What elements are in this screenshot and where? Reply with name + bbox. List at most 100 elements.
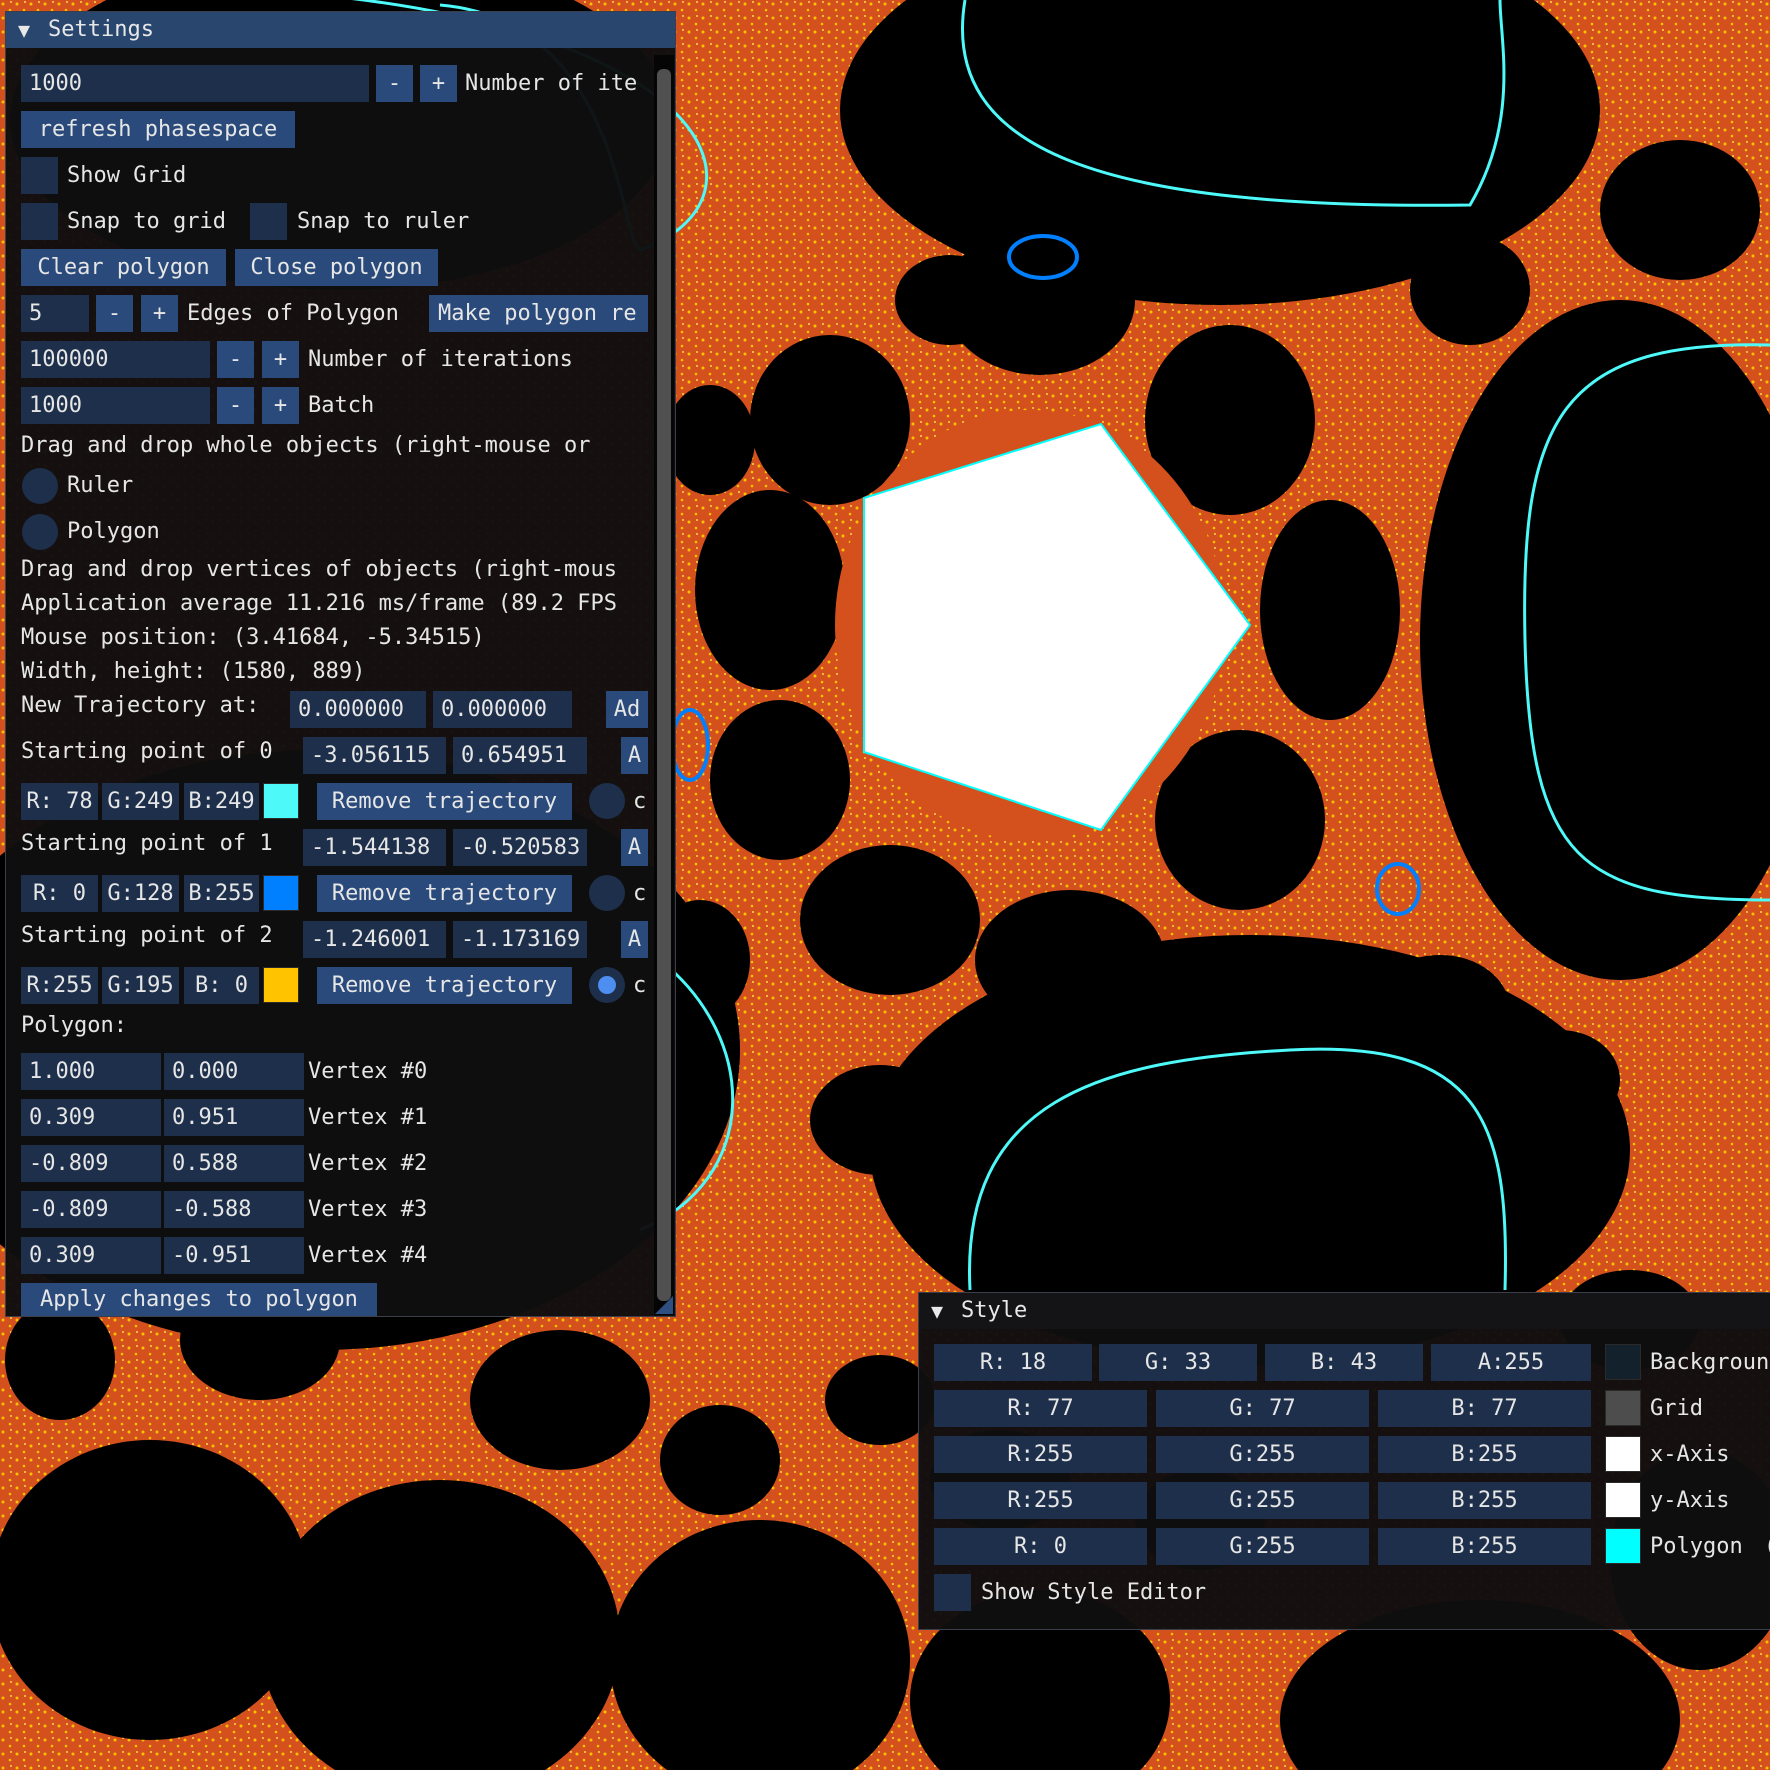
grid-r-input[interactable]: R: 77 [934, 1390, 1147, 1427]
style-window[interactable]: ▼ Style R: 18 G: 33 B: 43 A:255 Backgrou… [918, 1292, 1770, 1630]
background-label: Backgroun [1650, 1350, 1770, 1375]
trajectory-1-color-swatch[interactable] [263, 875, 299, 911]
y-axis-b-input[interactable]: B:255 [1378, 1482, 1591, 1519]
settings-window[interactable]: ▼ Settings 1000 - + Number of ite refres… [5, 11, 676, 1317]
polygon-g-input[interactable]: G:255 [1156, 1528, 1369, 1565]
make-polygon-regular-button[interactable]: Make polygon re [429, 295, 648, 332]
y-axis-g-input[interactable]: G:255 [1156, 1482, 1369, 1519]
grid-b-input[interactable]: B: 77 [1378, 1390, 1591, 1427]
trajectory-1-a-button[interactable]: A [621, 829, 648, 866]
trajectory-2-radio[interactable] [589, 967, 625, 1003]
snap-grid-checkbox[interactable] [21, 203, 58, 240]
new-trajectory-y-input[interactable]: 0.000000 [433, 691, 572, 728]
ruler-radio[interactable] [22, 468, 58, 504]
iterations-top-plus-button[interactable]: + [420, 65, 457, 102]
background-color-swatch[interactable] [1605, 1344, 1641, 1380]
collapse-arrow-icon[interactable]: ▼ [931, 1293, 943, 1329]
iterations-minus-button[interactable]: - [217, 341, 254, 378]
x-axis-color-swatch[interactable] [1605, 1436, 1641, 1472]
trajectory-1-remove-button[interactable]: Remove trajectory [317, 875, 572, 912]
settings-scrollbar[interactable] [654, 55, 674, 1315]
clear-polygon-button[interactable]: Clear polygon [21, 249, 226, 286]
trajectory-0-r-input[interactable]: R: 78 [21, 783, 98, 820]
polygon-b-input[interactable]: B:255 [1378, 1528, 1591, 1565]
trajectory-2-a-button[interactable]: A [621, 921, 648, 958]
trajectory-2-remove-button[interactable]: Remove trajectory [317, 967, 572, 1004]
edges-minus-button[interactable]: - [96, 295, 133, 332]
vertex-0-y-input[interactable]: 0.000 [164, 1053, 304, 1090]
trajectory-0-radio[interactable] [589, 783, 625, 819]
new-trajectory-x-input[interactable]: 0.000000 [290, 691, 426, 728]
edges-input[interactable]: 5 [21, 295, 89, 332]
trajectory-0-color-swatch[interactable] [263, 783, 299, 819]
iterations-top-minus-button[interactable]: - [376, 65, 413, 102]
trajectory-0-remove-button[interactable]: Remove trajectory [317, 783, 572, 820]
vertex-4-x-input[interactable]: 0.309 [21, 1237, 161, 1274]
trajectory-2-b-input[interactable]: B: 0 [184, 967, 259, 1004]
trajectory-0-b-input[interactable]: B:249 [184, 783, 259, 820]
vertex-0-label: Vertex #0 [308, 1059, 428, 1084]
grid-g-input[interactable]: G: 77 [1156, 1390, 1369, 1427]
batch-input[interactable]: 1000 [21, 387, 210, 424]
settings-title-bar[interactable]: ▼ Settings [6, 12, 675, 48]
trajectory-1-r-input[interactable]: R: 0 [21, 875, 98, 912]
settings-scrollbar-thumb[interactable] [657, 69, 671, 1301]
grid-color-swatch[interactable] [1605, 1390, 1641, 1426]
style-title-bar[interactable]: ▼ Style [919, 1293, 1770, 1329]
vertex-2-x-input[interactable]: -0.809 [21, 1145, 161, 1182]
snap-grid-label: Snap to grid [67, 209, 226, 234]
background-b-input[interactable]: B: 43 [1265, 1344, 1423, 1381]
trajectory-1-x-input[interactable]: -1.544138 [303, 829, 446, 866]
trajectory-2-g-input[interactable]: G:195 [102, 967, 179, 1004]
iterations-label: Number of iterations [308, 347, 573, 372]
vertex-0-x-input[interactable]: 1.000 [21, 1053, 161, 1090]
trajectory-2-color-swatch[interactable] [263, 967, 299, 1003]
vertex-1-x-input[interactable]: 0.309 [21, 1099, 161, 1136]
polygon-r-input[interactable]: R: 0 [934, 1528, 1147, 1565]
edges-plus-button[interactable]: + [141, 295, 178, 332]
refresh-phasespace-button[interactable]: refresh phasespace [21, 111, 295, 148]
trajectory-2-x-input[interactable]: -1.246001 [303, 921, 446, 958]
snap-ruler-checkbox[interactable] [250, 203, 287, 240]
trajectory-0-a-button[interactable]: A [621, 737, 648, 774]
trajectory-0-y-input[interactable]: 0.654951 [453, 737, 587, 774]
trajectory-1-g-input[interactable]: G:128 [102, 875, 179, 912]
y-axis-r-input[interactable]: R:255 [934, 1482, 1147, 1519]
background-a-input[interactable]: A:255 [1431, 1344, 1591, 1381]
close-polygon-button[interactable]: Close polygon [235, 249, 438, 286]
show-grid-checkbox[interactable] [21, 157, 58, 194]
batch-label: Batch [308, 393, 375, 418]
y-axis-color-swatch[interactable] [1605, 1482, 1641, 1518]
vertex-3-y-input[interactable]: -0.588 [164, 1191, 304, 1228]
vertex-1-y-input[interactable]: 0.951 [164, 1099, 304, 1136]
trajectory-1-y-input[interactable]: -0.520583 [453, 829, 587, 866]
x-axis-b-input[interactable]: B:255 [1378, 1436, 1591, 1473]
batch-plus-button[interactable]: + [262, 387, 299, 424]
iterations-plus-button[interactable]: + [262, 341, 299, 378]
trajectory-1-radio[interactable] [589, 875, 625, 911]
trajectory-0-x-input[interactable]: -3.056115 [303, 737, 446, 774]
show-style-editor-checkbox[interactable] [934, 1574, 971, 1611]
polygon-radio[interactable] [22, 514, 58, 550]
x-axis-r-input[interactable]: R:255 [934, 1436, 1147, 1473]
iterations-top-input[interactable]: 1000 [21, 65, 369, 102]
fps-text: Application average 11.216 ms/frame (89.… [21, 591, 618, 616]
iterations-input[interactable]: 100000 [21, 341, 210, 378]
trajectory-2-y-input[interactable]: -1.173169 [453, 921, 587, 958]
batch-minus-button[interactable]: - [217, 387, 254, 424]
collapse-arrow-icon[interactable]: ▼ [18, 12, 30, 48]
vertex-4-y-input[interactable]: -0.951 [164, 1237, 304, 1274]
trajectory-2-r-input[interactable]: R:255 [21, 967, 98, 1004]
background-g-input[interactable]: G: 33 [1099, 1344, 1257, 1381]
add-trajectory-button[interactable]: Ad [606, 691, 648, 728]
polygon-radio-label: Polygon [67, 519, 160, 544]
x-axis-g-input[interactable]: G:255 [1156, 1436, 1369, 1473]
apply-polygon-button[interactable]: Apply changes to polygon [21, 1283, 377, 1316]
vertex-3-x-input[interactable]: -0.809 [21, 1191, 161, 1228]
resize-grip-icon[interactable] [655, 1296, 673, 1314]
background-r-input[interactable]: R: 18 [934, 1344, 1092, 1381]
trajectory-0-g-input[interactable]: G:249 [102, 783, 179, 820]
vertex-2-y-input[interactable]: 0.588 [164, 1145, 304, 1182]
trajectory-1-b-input[interactable]: B:255 [184, 875, 259, 912]
polygon-color-swatch[interactable] [1605, 1528, 1641, 1564]
